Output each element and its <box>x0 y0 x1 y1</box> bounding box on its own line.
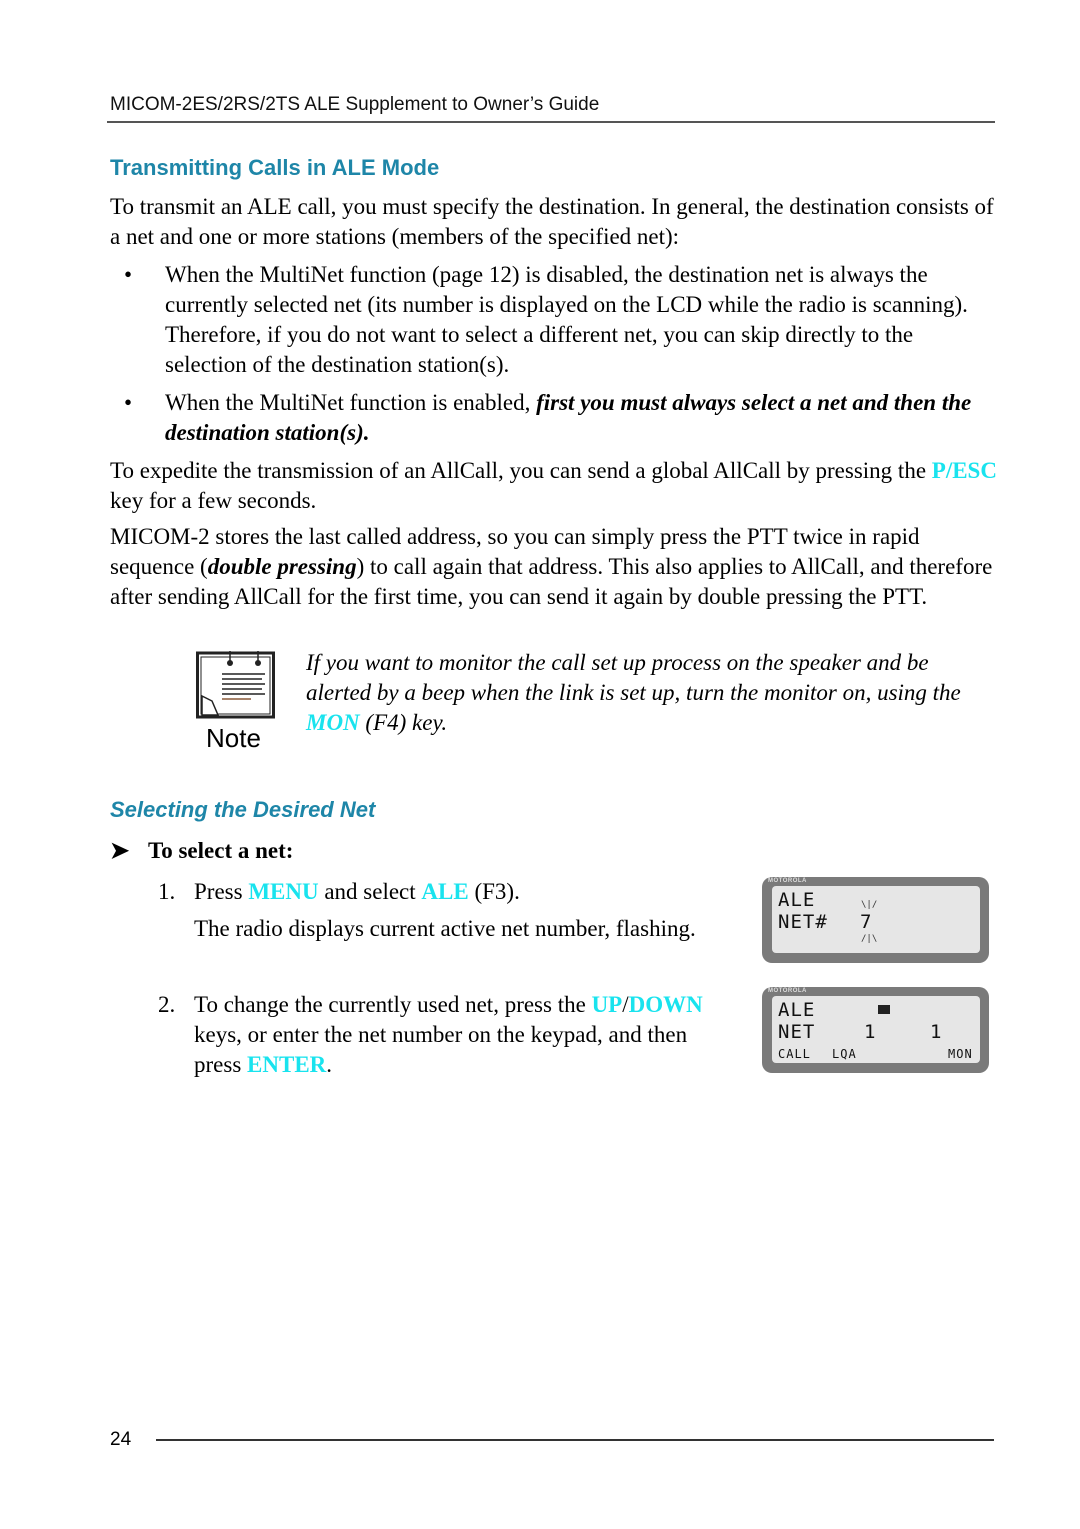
step-number: 1. <box>158 879 176 904</box>
lcd-screen: ALE NET 1 1 CALL LQA MON <box>772 996 980 1063</box>
header-rule <box>107 121 995 123</box>
procedure-title: ➤ To select a net: <box>110 838 293 864</box>
key-name: DOWN <box>628 992 703 1017</box>
note-icon <box>196 651 275 719</box>
bullet-text: When the MultiNet function is enabled, f… <box>165 388 995 448</box>
key-name: P/ESC <box>931 458 997 483</box>
intro-paragraph: To transmit an ALE call, you must specif… <box>110 194 994 249</box>
page-number: 24 <box>110 1429 132 1450</box>
arrow-icon: ➤ <box>110 838 130 863</box>
emphasis: double pressing <box>207 554 357 579</box>
motorola-logo: MOTOROLA <box>768 988 807 994</box>
lcd-net-label: NET <box>778 1021 816 1043</box>
bullet-icon: • <box>124 262 133 287</box>
allcall-paragraph: To expedite the transmission of an AllCa… <box>110 456 1000 516</box>
key-name: ENTER <box>247 1052 327 1077</box>
link-status-icon <box>878 1005 890 1014</box>
blink-indicator-icon: /|\ <box>861 934 878 944</box>
lcd-net-value: 7 <box>860 911 873 933</box>
bullet-text: When the MultiNet function (page 12) is … <box>165 262 968 377</box>
running-header: MICOM-2ES/2RS/2TS ALE Supplement to Owne… <box>110 94 600 115</box>
motorola-logo: MOTOROLA <box>768 878 807 884</box>
key-name: MENU <box>248 879 319 904</box>
text: (F4) key. <box>359 710 448 735</box>
note-text: If you want to monitor the call set up p… <box>306 648 996 738</box>
lcd-net-label: NET# <box>778 911 828 933</box>
lcd-net-value-b: 1 <box>930 1021 943 1043</box>
text: and select <box>318 879 422 904</box>
soft-key-call: CALL <box>778 1047 811 1061</box>
lcd-line-1: ALE <box>778 999 816 1021</box>
text: If you want to monitor the call set up p… <box>306 650 961 705</box>
lcd-display-net-changed: MOTOROLA ALE NET 1 1 CALL LQA MON <box>762 987 989 1073</box>
footer-rule <box>156 1439 994 1441</box>
text: To expedite the transmission of an AllCa… <box>110 458 932 483</box>
blink-indicator-icon: \|/ <box>861 900 878 910</box>
text: . <box>326 1052 333 1077</box>
bullet-text-plain: When the MultiNet function is enabled, <box>165 390 537 415</box>
note-label: Note <box>206 723 261 753</box>
soft-key-mon: MON <box>948 1047 973 1061</box>
subsection-heading: Selecting the Desired Net <box>110 797 376 822</box>
text: To change the currently used net, press … <box>194 992 592 1017</box>
step-text: Press MENU and select ALE (F3). The radi… <box>194 877 714 944</box>
procedure-title-text: To select a net: <box>148 838 294 863</box>
lcd-display-net-select: MOTOROLA ALE \|/ NET# 7 /|\ <box>762 877 989 963</box>
step-text: To change the currently used net, press … <box>194 990 714 1080</box>
bullet-icon: • <box>124 390 133 415</box>
lcd-net-value-a: 1 <box>864 1021 877 1043</box>
step-number: 2. <box>158 992 176 1017</box>
lcd-line-1: ALE <box>778 889 816 911</box>
lcd-screen: ALE \|/ NET# 7 /|\ <box>772 886 980 953</box>
text: key for a few seconds. <box>110 488 317 513</box>
text: Press <box>194 879 249 904</box>
double-press-paragraph: MICOM-2 stores the last called address, … <box>110 522 1000 612</box>
section-heading: Transmitting Calls in ALE Mode <box>110 155 440 180</box>
text: (F3). <box>468 879 520 904</box>
key-name: UP <box>591 992 623 1017</box>
key-name: ALE <box>421 879 469 904</box>
soft-key-lqa: LQA <box>832 1047 857 1061</box>
key-name: MON <box>306 710 360 735</box>
step-detail: The radio displays current active net nu… <box>194 916 696 941</box>
